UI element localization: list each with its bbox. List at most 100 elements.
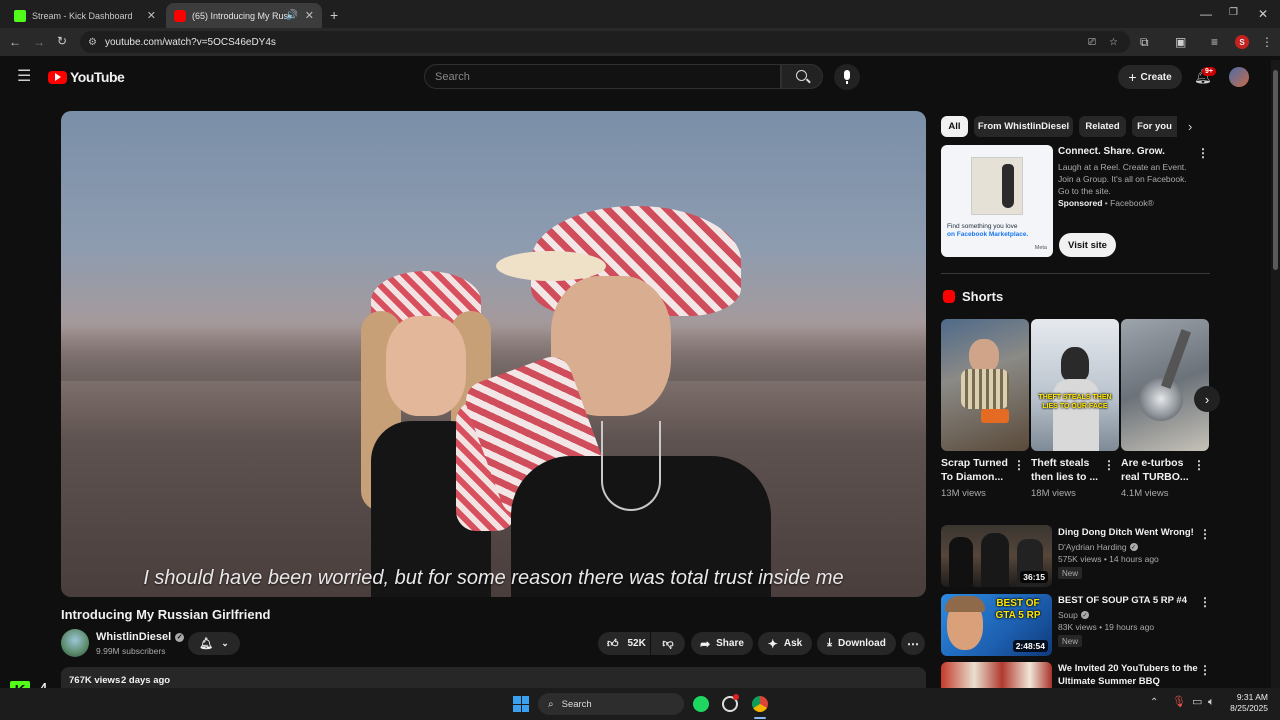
like-count: 52K — [627, 638, 646, 649]
like-button[interactable]: 👍︎ 52K — [598, 632, 650, 655]
short-views: 18M views — [1031, 488, 1076, 499]
address-bar[interactable]: ⚙ youtube.com/watch?v=5OCS46eDY4s ⎚ ☆ — [80, 31, 1130, 53]
clock-date: 8/25/2025 — [1230, 703, 1268, 713]
create-button[interactable]: + Create — [1118, 65, 1182, 89]
visit-site-button[interactable]: Visit site — [1059, 233, 1116, 257]
volume-tray-icon[interactable]: 🔈︎ — [1208, 697, 1215, 708]
video-thumbnail[interactable]: 36:15 — [941, 525, 1052, 587]
reload-icon[interactable]: ↻ — [57, 35, 67, 47]
video-title-link[interactable]: BEST OF SOUP GTA 5 RP #4 — [1058, 594, 1198, 607]
download-button[interactable]: ⤓ Download — [817, 632, 896, 655]
video-more-icon[interactable]: ⋮ — [1199, 596, 1211, 608]
page-scrollbar[interactable] — [1271, 60, 1280, 688]
short-title[interactable]: Are e-turbos real TURBO... — [1121, 456, 1193, 484]
video-player[interactable]: I should have been worried, but for some… — [61, 111, 926, 597]
youtube-favicon-icon — [174, 9, 186, 22]
bookmark-star-icon[interactable]: ☆ — [1109, 37, 1118, 48]
account-avatar[interactable] — [1229, 67, 1249, 87]
chevron-right-icon[interactable]: › — [1188, 120, 1192, 133]
youtube-play-logo-icon — [48, 70, 67, 84]
short-title[interactable]: Theft steals then lies to ... — [1031, 456, 1103, 484]
search-button[interactable] — [781, 64, 823, 89]
media-controls-icon[interactable]: ≡ — [1211, 36, 1218, 48]
tab-youtube-video[interactable]: (65) Introducing My Russian 🔊 ✕ — [166, 3, 322, 28]
short-thumbnail[interactable] — [1121, 319, 1209, 451]
tab-kick-dashboard[interactable]: Stream - Kick Dashboard ✕ — [6, 3, 164, 28]
extensions-icon[interactable]: ⧉ — [1140, 36, 1149, 48]
video-more-icon[interactable]: ⋮ — [1199, 664, 1211, 676]
subscriber-count: 9.99M subscribers — [96, 646, 166, 656]
site-info-icon[interactable]: ⚙ — [88, 37, 97, 48]
search-input[interactable]: Search — [424, 64, 781, 89]
scrollbar-thumb[interactable] — [1273, 70, 1278, 270]
short-more-icon[interactable]: ⋮ — [1103, 459, 1115, 471]
display-tray-icon[interactable]: ▭ — [1192, 697, 1202, 708]
meta-logo-text: Meta — [1034, 245, 1047, 251]
taskbar-clock[interactable]: 9:31 AM 8/25/2025 — [1222, 692, 1268, 714]
short-more-icon[interactable]: ⋮ — [1013, 459, 1025, 471]
video-title-link[interactable]: We Invited 20 YouTubers to the Ultimate … — [1058, 662, 1198, 688]
video-duration: 2:48:54 — [1012, 640, 1048, 652]
video-thumbnail[interactable] — [941, 662, 1052, 688]
channel-avatar[interactable] — [61, 629, 89, 657]
microphone-tray-icon[interactable]: 🎙︎ — [1172, 697, 1186, 708]
minimize-icon[interactable]: — — [1200, 8, 1212, 20]
youtube-logo[interactable]: YouTube — [48, 69, 125, 85]
short-thumbnail[interactable] — [941, 319, 1029, 451]
close-window-icon[interactable]: ✕ — [1258, 8, 1268, 20]
chip-all[interactable]: All — [941, 116, 968, 137]
windows-start-icon[interactable] — [513, 696, 529, 712]
video-channel[interactable]: Soup ✓ — [1058, 610, 1089, 620]
new-badge: New — [1058, 567, 1083, 579]
sponsored-label: Sponsored — [1058, 198, 1103, 208]
channel-name-link[interactable]: WhistlinDiesel ✓ — [96, 631, 185, 643]
video-title-link[interactable]: Ding Dong Ditch Went Wrong! — [1058, 526, 1198, 539]
download-icon: ⤓ — [827, 637, 833, 649]
voice-search-button[interactable] — [834, 64, 860, 90]
guitar-case-image — [971, 157, 1023, 215]
video-more-icon[interactable]: ⋮ — [1199, 528, 1211, 540]
new-tab-icon[interactable]: + — [330, 8, 338, 22]
download-label: Download — [838, 638, 886, 649]
restore-icon[interactable]: ❐ — [1229, 8, 1238, 18]
shorts-next-button[interactable]: › — [1194, 386, 1220, 412]
back-icon[interactable]: ← — [9, 36, 21, 48]
chip-related[interactable]: Related — [1079, 116, 1126, 137]
bell-icon: 🔔︎ — [199, 638, 214, 650]
video-thumbnail[interactable]: BEST OF GTA 5 RP 2:48:54 — [941, 594, 1052, 656]
chip-for-you[interactable]: For you — [1132, 116, 1177, 137]
short-overlay-text: THEFT STEALS THEN LIES TO OUR FACE — [1038, 394, 1112, 410]
profile-avatar[interactable]: S — [1235, 35, 1249, 49]
close-tab-icon[interactable]: ✕ — [305, 9, 314, 22]
dislike-button[interactable]: 👎︎ — [651, 632, 685, 655]
ad-thumb-line1: Find something you love — [947, 223, 1018, 230]
tray-chevron-up-icon[interactable]: ⌃ — [1150, 698, 1158, 708]
sparkle-icon: ✦ — [767, 636, 778, 651]
taskbar-search-box[interactable]: ⌕ Search — [538, 693, 684, 715]
chevron-right-icon: › — [1204, 391, 1210, 407]
video-channel[interactable]: D'Aydrian Harding ✓ — [1058, 542, 1138, 552]
sidepanel-icon[interactable]: ▣ — [1175, 36, 1186, 48]
speaker-icon[interactable]: 🔊 — [286, 10, 298, 21]
short-more-icon[interactable]: ⋮ — [1193, 459, 1205, 471]
spotify-icon[interactable] — [693, 696, 709, 712]
ad-title[interactable]: Connect. Share. Grow. — [1058, 146, 1165, 157]
windows-taskbar: ⌕ Search ⌃ 🎙︎ ▭ 🔈︎ 9:31 AM 8/25/2025 — [0, 688, 1280, 720]
chevron-down-icon: ⌄ — [221, 638, 229, 648]
subscribed-notifications-button[interactable]: 🔔︎ ⌄ — [188, 632, 240, 655]
hamburger-menu-icon[interactable]: ☰ — [17, 69, 31, 85]
short-thumbnail[interactable]: THEFT STEALS THEN LIES TO OUR FACE — [1031, 319, 1119, 451]
chip-from-channel[interactable]: From WhistlinDiesel — [974, 116, 1073, 137]
ask-button[interactable]: ✦ Ask — [758, 632, 812, 655]
browser-tab-strip: Stream - Kick Dashboard ✕ (65) Introduci… — [0, 0, 1280, 28]
share-button[interactable]: ➦ Share — [691, 632, 753, 655]
ad-more-icon[interactable]: ⋮ — [1197, 147, 1209, 159]
chrome-menu-icon[interactable]: ⋮ — [1261, 36, 1273, 48]
short-title[interactable]: Scrap Turned To Diamon... — [941, 456, 1013, 484]
cast-icon[interactable]: ⎚ — [1088, 37, 1096, 48]
ad-thumbnail[interactable]: Find something you love on Facebook Mark… — [941, 145, 1053, 257]
close-tab-icon[interactable]: ✕ — [147, 9, 156, 22]
chrome-taskbar-icon[interactable] — [752, 696, 768, 712]
forward-icon[interactable]: → — [33, 36, 45, 48]
more-actions-button[interactable]: ⋯ — [901, 632, 925, 655]
